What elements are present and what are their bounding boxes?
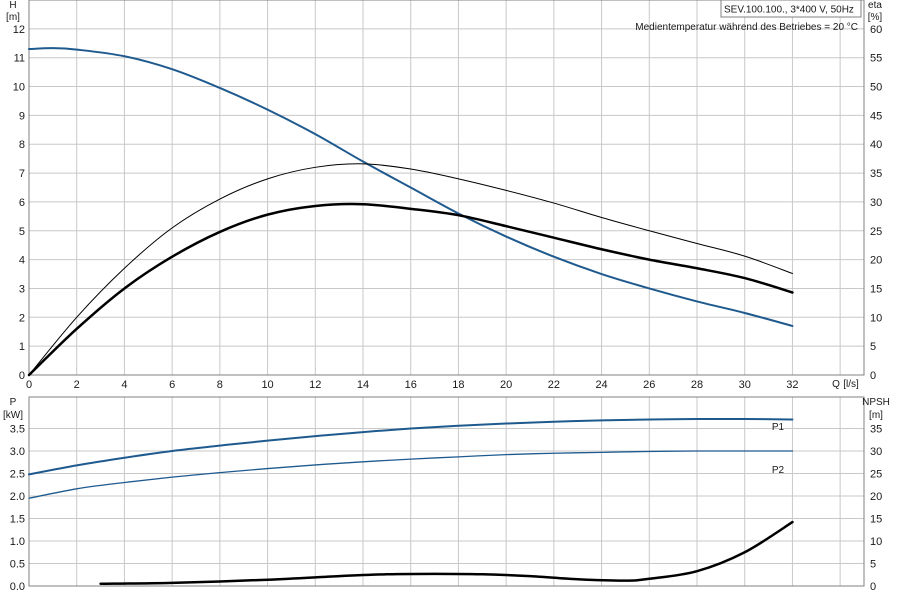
y-tick-label-bottom: 2.0 [10,491,25,503]
y-tick-label-top: 10 [13,82,25,94]
x-tick-label: 14 [357,379,369,391]
y-tick-label-top: 8 [19,139,25,151]
y2-tick-label-top: 60 [870,24,882,36]
x-tick-label: 20 [500,379,512,391]
y-axis-unit-h: [m] [6,12,20,23]
y-tick-label-top: 11 [14,53,25,65]
y-tick-label-top: 2 [19,312,25,324]
y-tick-label-top: 1 [19,341,25,353]
y2-tick-label-top: 15 [870,283,882,295]
y-tick-label-bottom: 0.5 [10,559,25,571]
y-axis-unit-p: [kW] [3,410,23,421]
grid-layer [28,0,865,587]
x-tick-label: 28 [691,379,703,391]
y2-tick-label-bottom: 5 [870,559,876,571]
y2-tick-label-top: 35 [870,168,882,180]
x-tick-label: 4 [121,379,127,391]
tick-label-layer: 0123456789101112051015202530354045505560… [10,24,883,593]
x-tick-label: 22 [548,379,560,391]
y-tick-label-bottom: 1.0 [10,536,25,548]
y-tick-label-top: 5 [19,226,25,238]
y2-tick-label-top: 40 [870,139,882,151]
y2-axis-unit-npsh: [m] [869,410,883,421]
plot-frame-bottom [28,396,865,587]
y2-axis-title-eta: eta [868,0,882,11]
x-tick-label: 12 [309,379,321,391]
y2-tick-label-bottom: 0 [870,581,876,593]
y2-tick-label-top: 0 [870,370,876,382]
y-tick-label-bottom: 3.0 [10,446,25,458]
y-tick-label-bottom: 1.5 [10,514,25,526]
y-tick-label-top: 6 [19,197,25,209]
y2-tick-label-top: 25 [870,226,882,238]
y2-tick-label-top: 55 [870,53,882,65]
x-tick-label: 16 [405,379,417,391]
y2-tick-label-bottom: 20 [870,491,882,503]
y2-tick-label-bottom: 25 [870,469,882,481]
plot-frame-top [28,0,865,376]
y2-axis-title-npsh: NPSH [862,397,890,408]
medium-temperature-note: Medientemperatur während des Betriebes =… [635,22,858,33]
x-tick-label: 30 [739,379,751,391]
y-tick-label-top: 4 [19,255,25,267]
x-tick-label: 18 [452,379,464,391]
x-tick-label: 32 [786,379,798,391]
y2-tick-label-top: 30 [870,197,882,209]
series-label-p1: P1 [772,422,785,433]
y2-tick-label-top: 45 [870,110,882,122]
y-axis-title-h: H [9,0,16,11]
model-info-text: SEV.100.100., 3*400 V, 50Hz [724,5,854,16]
x-tick-label: 2 [74,379,80,391]
y-axis-title-p: P [10,397,17,408]
y2-tick-label-bottom: 15 [870,514,882,526]
y2-tick-label-top: 20 [870,255,882,267]
x-tick-label: 8 [217,379,223,391]
y-tick-label-top: 12 [13,24,25,36]
series-line-npsh [99,520,794,585]
y2-tick-label-top: 10 [870,312,882,324]
y2-axis-unit-eta: [%] [868,12,883,23]
x-tick-label: 6 [169,379,175,391]
chart-canvas: 0123456789101112051015202530354045505560… [3,0,890,593]
y-tick-label-bottom: 2.5 [10,469,25,481]
x-axis-unit-q: [l/s] [843,379,859,390]
pump-performance-chart: 0 1 2 3 4 5 6 7 8 9 10 11 12 0 5 10 15 20 25 30 35 40 45 50 55 60… [0,0,900,600]
y-tick-label-top: 0 [19,370,25,382]
y2-tick-label-top: 50 [870,82,882,94]
y2-tick-label-bottom: 30 [870,446,882,458]
y2-tick-label-top: 5 [870,341,876,353]
series-label-p2: P2 [772,465,785,476]
y-tick-label-bottom: 3.5 [10,424,25,436]
y-tick-label-top: 7 [19,168,25,180]
y-tick-label-top: 3 [19,283,25,295]
y-tick-label-top: 9 [19,110,25,122]
x-tick-label: 0 [26,379,32,391]
y2-tick-label-bottom: 35 [870,424,882,436]
y2-tick-label-bottom: 10 [870,536,882,548]
x-tick-label: 26 [643,379,655,391]
x-tick-label: 10 [261,379,273,391]
x-tick-label: 24 [595,379,607,391]
x-axis-title-q: Q [832,379,840,390]
y-tick-label-bottom: 0.0 [10,581,25,593]
